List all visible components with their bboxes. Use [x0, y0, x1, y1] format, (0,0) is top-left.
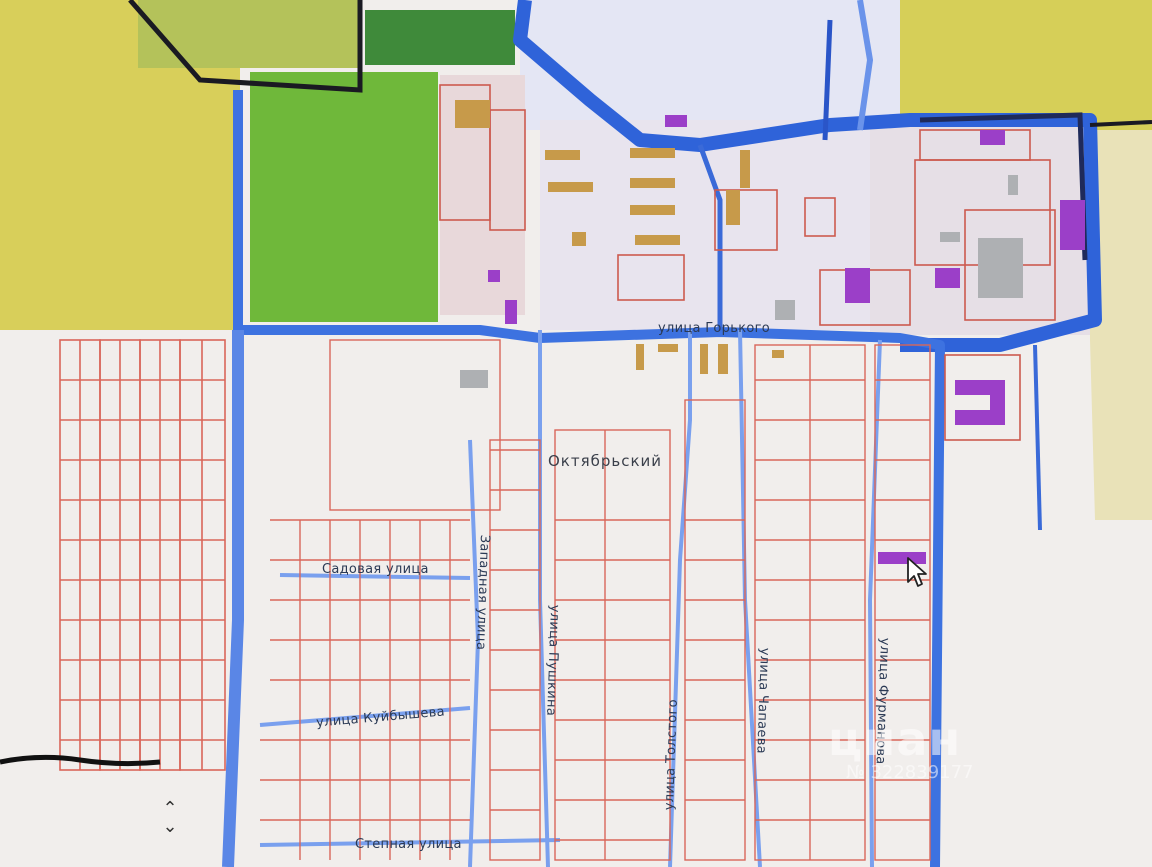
forest-patch	[365, 10, 515, 65]
chevron-down-icon: ⌄	[162, 816, 178, 837]
farm-field-right	[895, 0, 1152, 130]
reservoir-area	[520, 0, 900, 130]
map-view[interactable]: Октябрьский улица Горького Садовая улица…	[0, 0, 1152, 867]
street-label-gorkogo: улица Горького	[658, 321, 770, 336]
street-label-sadovaya: Садовая улица	[322, 562, 429, 577]
stadium-field	[250, 72, 438, 322]
scroll-toggle-button[interactable]: ⌃ ⌄	[158, 800, 182, 842]
street-label-stepnaya: Степная улица	[355, 837, 462, 852]
watermark-code: № 322839177	[846, 762, 974, 783]
map-canvas[interactable]	[0, 0, 1152, 867]
industrial-block-east	[870, 120, 1090, 335]
watermark-brand: циан	[828, 712, 962, 766]
watermark: циан № 322839177	[828, 712, 974, 783]
north-field	[138, 0, 358, 68]
photo-shadow-mark	[0, 754, 161, 767]
settlement-label: Октябрьский	[548, 452, 663, 470]
